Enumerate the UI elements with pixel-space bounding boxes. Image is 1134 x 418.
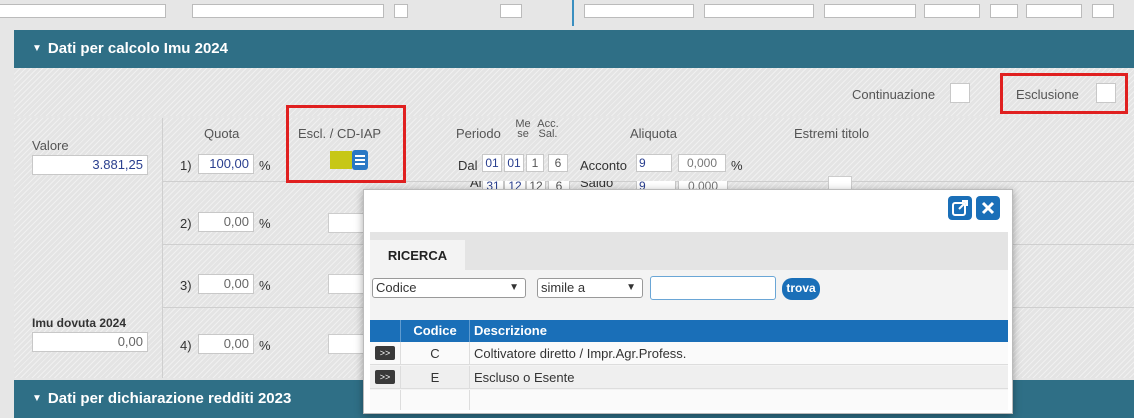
search-input[interactable]: [650, 276, 776, 300]
acc-value[interactable]: 6: [548, 154, 568, 172]
esclusione-label: Esclusione: [1016, 87, 1079, 102]
prev-field-7[interactable]: [824, 4, 916, 18]
dal-label: Dal: [458, 158, 478, 173]
row-descrizione: Coltivatore diretto / Impr.Agr.Profess.: [474, 346, 687, 361]
acconto-code[interactable]: 9: [636, 154, 672, 172]
row-codice: E: [430, 370, 440, 385]
estremi-field[interactable]: [828, 176, 852, 190]
divider: [572, 0, 574, 26]
dal-month[interactable]: 01: [504, 154, 524, 172]
escl-cdiap-toggle[interactable]: [330, 150, 368, 170]
al-month[interactable]: 12: [504, 181, 526, 189]
prev-field-8[interactable]: [924, 4, 980, 18]
acc-sal-header: Acc. Sal.: [537, 118, 559, 140]
row-3-quota[interactable]: 0,00: [198, 274, 254, 294]
row-1-pct: %: [259, 158, 271, 173]
aliquota-header: Aliquota: [630, 126, 677, 141]
imu-dovuta-field[interactable]: 0,00: [32, 332, 148, 352]
field-select[interactable]: Codice ▼: [372, 278, 526, 298]
toggle-yellow: [330, 151, 352, 169]
dropdown-arrow-icon: ▼: [509, 282, 519, 293]
saldo-value[interactable]: 0,000: [678, 181, 728, 189]
operator-select[interactable]: simile a ▼: [537, 278, 643, 298]
esclusione-checkbox[interactable]: [1096, 83, 1116, 103]
prev-field-2[interactable]: [192, 4, 384, 18]
dropdown-arrow-icon: ▼: [626, 282, 636, 293]
imu-dovuta-label: Imu dovuta 2024: [32, 316, 127, 330]
row-4-quota[interactable]: 0,00: [198, 334, 254, 354]
quota-header: Quota: [204, 126, 240, 141]
row-4-pct: %: [259, 338, 271, 353]
dal-day[interactable]: 01: [482, 154, 502, 172]
section-title: Dati per calcolo Imu 2024: [47, 40, 228, 57]
header-descrizione[interactable]: Descrizione: [474, 320, 547, 342]
prev-field-11[interactable]: [1092, 4, 1114, 18]
prev-field-3[interactable]: [394, 4, 408, 18]
prev-field-5[interactable]: [584, 4, 694, 18]
top-strip: [0, 0, 1134, 26]
close-icon[interactable]: [976, 196, 1000, 220]
row-2-escl[interactable]: [328, 213, 368, 233]
select-row-icon[interactable]: >>: [375, 346, 395, 360]
row-2-quota[interactable]: 0,00: [198, 212, 254, 232]
tab-ricerca[interactable]: RICERCA: [370, 240, 465, 270]
row-3-num: 3): [180, 278, 192, 293]
col-divider: [162, 118, 163, 378]
prev-field-10[interactable]: [1026, 4, 1082, 18]
prev-field-4[interactable]: [500, 4, 522, 18]
al-day[interactable]: 31: [482, 181, 504, 189]
continuazione-label: Continuazione: [852, 87, 936, 102]
trova-button[interactable]: trova: [782, 278, 820, 300]
mese-header: Me se: [515, 118, 531, 140]
prev-field-9[interactable]: [990, 4, 1018, 18]
search-panel: RICERCA Codice ▼ simile a ▼ trova Codice D…: [370, 232, 1008, 410]
section-header-imu[interactable]: ▼ Dati per calcolo Imu 2024: [14, 30, 1134, 68]
al-row-clip: Al 31 12 12 6: [470, 181, 570, 189]
row-1-num: 1): [180, 158, 192, 173]
saldo-row-clip: Saldo 9 0,000: [578, 181, 738, 189]
row-4-escl[interactable]: [328, 334, 368, 354]
results-header: Codice Descrizione: [370, 320, 1008, 342]
header-codice[interactable]: Codice: [406, 320, 464, 342]
row-2-pct: %: [259, 216, 271, 231]
row-codice: C: [430, 346, 440, 361]
caret-down-icon: ▼: [32, 43, 42, 54]
table-row[interactable]: >> C Coltivatore diretto / Impr.Agr.Prof…: [370, 342, 1008, 365]
highlight-escl-cdiap: [286, 105, 406, 183]
prev-field-6[interactable]: [704, 4, 814, 18]
row-4-num: 4): [180, 338, 192, 353]
list-icon: [352, 150, 368, 170]
saldo-label: Saldo: [580, 181, 614, 189]
acconto-label: Acconto: [580, 158, 627, 173]
mese-value[interactable]: 1: [526, 154, 544, 172]
continuazione-checkbox[interactable]: [950, 83, 970, 103]
open-external-icon[interactable]: [948, 196, 972, 220]
select-row-icon[interactable]: >>: [375, 370, 395, 384]
row-3-pct: %: [259, 278, 271, 293]
search-modal: RICERCA Codice ▼ simile a ▼ trova Codice D…: [363, 189, 1013, 414]
section-title: Dati per dichiarazione redditi 2023: [47, 390, 292, 407]
periodo-header: Periodo: [456, 126, 501, 141]
saldo-code[interactable]: 9: [636, 181, 676, 189]
acconto-value[interactable]: 0,000: [678, 154, 726, 172]
mese2-value[interactable]: 12: [526, 181, 546, 189]
caret-down-icon: ▼: [32, 393, 42, 404]
sal-value[interactable]: 6: [548, 181, 570, 189]
prev-field-1[interactable]: [0, 4, 166, 18]
row-descrizione: Escluso o Esente: [474, 370, 575, 385]
table-row-empty: [370, 390, 1008, 410]
valore-field[interactable]: 3.881,25: [32, 155, 148, 175]
row-2-num: 2): [180, 216, 192, 231]
table-row[interactable]: >> E Escluso o Esente: [370, 366, 1008, 389]
al-label: Al: [470, 181, 482, 189]
estremi-header: Estremi titolo: [794, 126, 870, 141]
acconto-pct: %: [731, 158, 743, 173]
row-1-quota[interactable]: 100,00: [198, 154, 254, 174]
valore-header: Valore: [32, 138, 69, 153]
row-3-escl[interactable]: [328, 274, 368, 294]
